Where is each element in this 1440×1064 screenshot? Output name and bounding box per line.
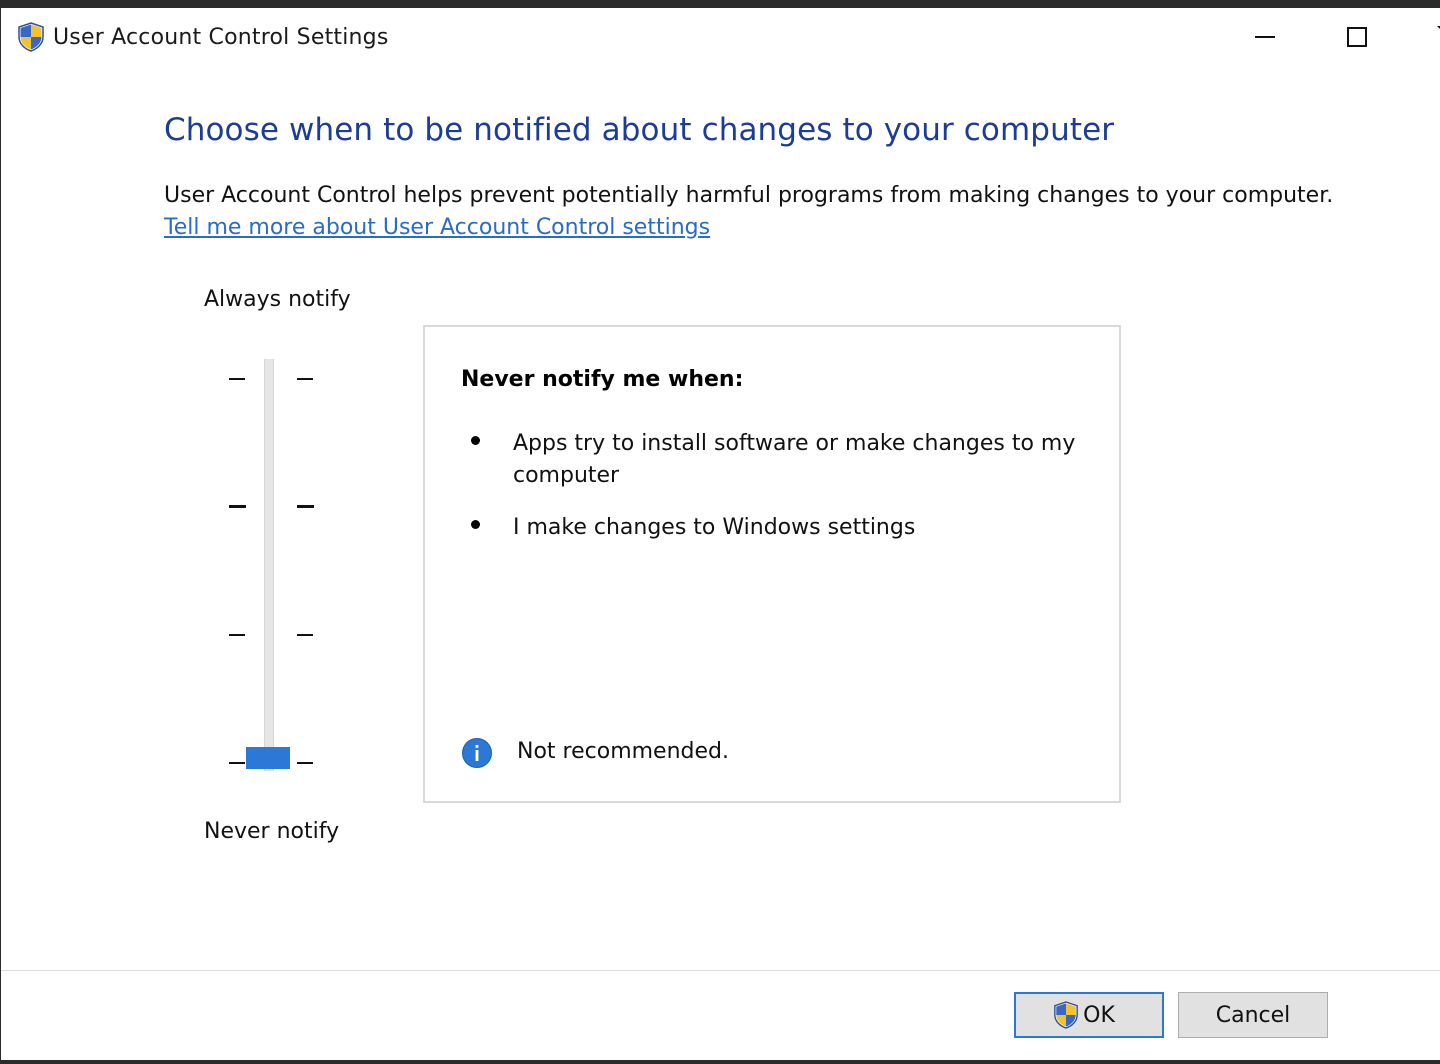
- page-heading: Choose when to be notified about changes…: [164, 112, 1115, 148]
- bullet-item: I make changes to Windows settings: [513, 515, 916, 540]
- close-button[interactable]: [1421, 18, 1440, 54]
- slider-tick: [297, 634, 313, 636]
- cancel-button-label: Cancel: [1215, 1002, 1291, 1028]
- slider-tick: [229, 634, 245, 636]
- info-icon: [462, 738, 492, 768]
- notification-level-slider[interactable]: [221, 353, 321, 783]
- slider-tick: [229, 505, 246, 508]
- description-text: User Account Control helps prevent poten…: [164, 183, 1334, 208]
- minimize-icon: [1255, 36, 1275, 38]
- ok-button-label: OK: [1083, 1002, 1115, 1028]
- bullet-dot: [471, 436, 480, 445]
- panel-heading: Never notify me when:: [461, 367, 744, 392]
- uac-settings-window: User Account Control Settings Choose whe…: [1, 8, 1440, 1060]
- uac-shield-icon: [1054, 1001, 1078, 1029]
- uac-shield-icon: [18, 22, 44, 52]
- slider-tick: [297, 378, 313, 380]
- slider-tick: [297, 505, 314, 508]
- dialog-footer: OK Cancel: [1, 971, 1440, 1060]
- bullet-dot: [471, 520, 480, 529]
- maximize-button[interactable]: [1333, 18, 1379, 54]
- ok-button[interactable]: OK: [1014, 992, 1164, 1038]
- never-notify-label: Never notify: [204, 819, 340, 844]
- learn-more-link[interactable]: Tell me more about User Account Control …: [164, 215, 710, 240]
- recommendation-text: Not recommended.: [517, 739, 729, 764]
- slider-thumb[interactable]: [246, 747, 290, 769]
- bullet-item: Apps try to install software or make cha…: [513, 431, 1076, 488]
- slider-tick: [297, 762, 313, 764]
- window-title: User Account Control Settings: [53, 25, 389, 50]
- slider-track[interactable]: [264, 359, 274, 771]
- desktop-background-strip: [0, 1060, 1440, 1064]
- title-bar: User Account Control Settings: [1, 8, 1440, 68]
- cancel-button[interactable]: Cancel: [1178, 992, 1328, 1038]
- slider-tick: [229, 762, 245, 764]
- slider-tick: [229, 378, 245, 380]
- level-description-panel: Never notify me when: Apps try to instal…: [423, 325, 1121, 803]
- minimize-button[interactable]: [1241, 18, 1287, 54]
- maximize-icon: [1347, 27, 1367, 47]
- always-notify-label: Always notify: [204, 287, 351, 312]
